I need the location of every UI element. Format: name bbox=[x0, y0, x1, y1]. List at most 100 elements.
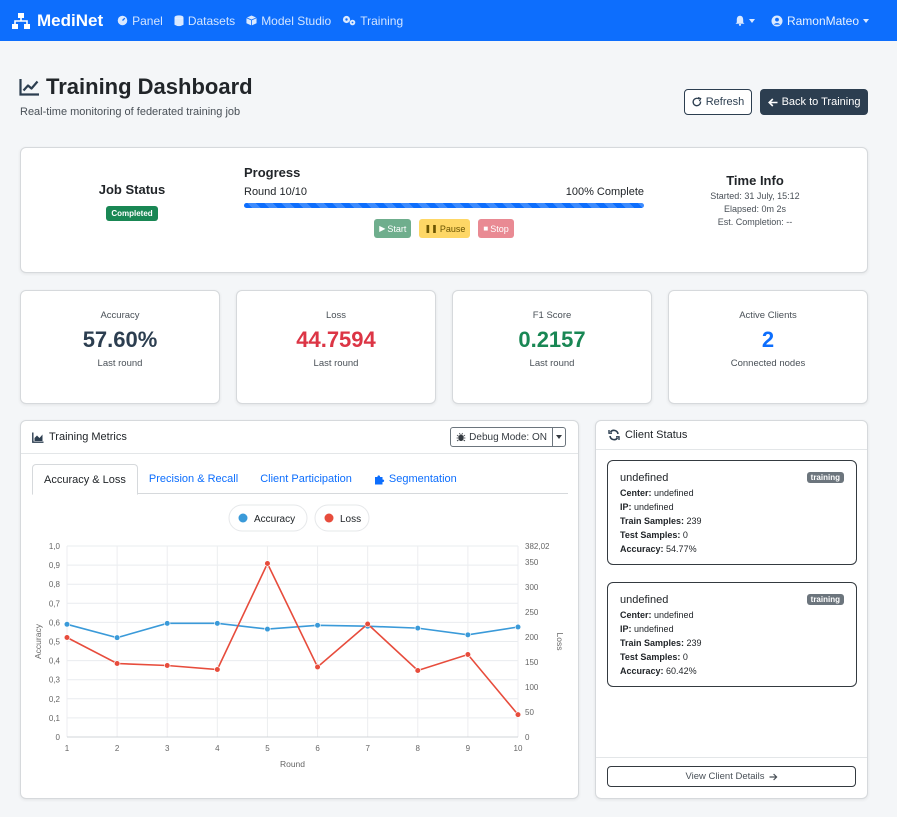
debug-mode-button[interactable]: Debug Mode: ON bbox=[450, 427, 553, 447]
y-tick-label: 0,8 bbox=[49, 580, 61, 589]
x-tick-label: 7 bbox=[365, 744, 370, 753]
cube-icon bbox=[246, 15, 257, 26]
client-test-samples: 0 bbox=[682, 652, 688, 662]
user-menu[interactable]: RamonMateo bbox=[771, 14, 869, 28]
stop-button[interactable]: ■ Stop bbox=[478, 219, 514, 238]
back-label: Back to Training bbox=[781, 96, 861, 108]
y-axis-title: Accuracy bbox=[33, 623, 43, 659]
loss-data-point bbox=[314, 663, 321, 671]
debug-mode-label: Debug Mode: ON bbox=[469, 431, 547, 443]
y2-tick-label: 100 bbox=[525, 683, 539, 692]
client-card[interactable]: undefined training Center: undefined IP:… bbox=[607, 582, 857, 687]
bell-icon bbox=[735, 15, 745, 26]
nav-item-training[interactable]: Training bbox=[342, 14, 403, 28]
tab-accuracy-loss[interactable]: Accuracy & Loss bbox=[32, 464, 138, 495]
loss-data-point bbox=[464, 651, 471, 658]
back-to-training-button[interactable]: Back to Training bbox=[760, 89, 868, 115]
accuracy-data-point bbox=[514, 623, 522, 631]
y2-tick-label: 382,02 bbox=[525, 542, 550, 551]
refresh-button[interactable]: Refresh bbox=[684, 89, 752, 115]
x-tick-label: 9 bbox=[466, 744, 471, 753]
center-label: Center: bbox=[620, 488, 652, 498]
y-tick-label: 0,5 bbox=[49, 638, 61, 647]
metric-value: 2 bbox=[761, 327, 775, 352]
client-status-panel: Client Status undefined training Center:… bbox=[595, 420, 868, 799]
test-samples-label: Test Samples: bbox=[620, 652, 681, 662]
loss-data-point bbox=[364, 620, 371, 628]
debug-dropdown-toggle[interactable] bbox=[553, 427, 566, 447]
tab-segmentation[interactable]: Segmentation bbox=[363, 464, 468, 494]
loss-data-point bbox=[63, 634, 71, 641]
x-tick-label: 2 bbox=[115, 744, 120, 753]
x-tick-label: 8 bbox=[416, 744, 421, 753]
x-tick-label: 3 bbox=[165, 744, 170, 753]
page-title: Training Dashboard bbox=[19, 74, 253, 100]
client-accuracy: 54.77% bbox=[666, 544, 697, 554]
metric-sub: Last round bbox=[97, 358, 143, 369]
brand-name: MediNet bbox=[37, 10, 104, 30]
play-icon: ▶ bbox=[379, 224, 386, 233]
pause-button[interactable]: ❚❚ Pause bbox=[419, 219, 471, 238]
tab-label: Accuracy & Loss bbox=[44, 473, 126, 486]
y2-tick-label: 350 bbox=[525, 558, 539, 567]
nav-item-datasets[interactable]: Datasets bbox=[174, 14, 235, 28]
user-name: RamonMateo bbox=[786, 13, 859, 28]
pause-icon: ❚❚ bbox=[424, 224, 438, 233]
metric-label: Active Clients bbox=[739, 310, 797, 321]
loss-data-point bbox=[414, 667, 421, 674]
nav-item-panel[interactable]: Panel bbox=[117, 14, 163, 28]
job-status-block: Job Status Completed bbox=[99, 182, 165, 221]
area-chart-icon bbox=[32, 432, 44, 443]
client-center: undefined bbox=[654, 610, 694, 620]
brand[interactable]: MediNet bbox=[11, 11, 103, 31]
x-tick-label: 1 bbox=[65, 744, 70, 753]
accuracy-data-point bbox=[464, 631, 471, 638]
notifications-dropdown[interactable] bbox=[735, 15, 755, 26]
chevron-down-icon bbox=[748, 18, 755, 23]
legend-label: Accuracy bbox=[254, 514, 295, 525]
accuracy-label: Accuracy: bbox=[620, 666, 664, 676]
accuracy-data-point bbox=[114, 634, 121, 641]
loss-data-point bbox=[114, 660, 121, 667]
metric-value: 57.60% bbox=[82, 327, 158, 352]
gears-icon bbox=[343, 15, 356, 26]
metric-label: F1 Score bbox=[532, 310, 572, 321]
client-ip: undefined bbox=[634, 502, 674, 512]
tab-label: Precision & Recall bbox=[148, 473, 239, 485]
tab-client-participation[interactable]: Client Participation bbox=[249, 464, 363, 494]
refresh-label: Refresh bbox=[705, 96, 745, 108]
x-tick-label: 4 bbox=[215, 744, 220, 753]
accuracy-data-point bbox=[264, 625, 271, 633]
tab-label: Segmentation bbox=[388, 473, 457, 485]
tab-label: Client Participation bbox=[260, 473, 352, 485]
metric-value: 44.7594 bbox=[296, 327, 376, 352]
y2-axis-title: Loss bbox=[555, 633, 565, 651]
nav-label-training: Training bbox=[360, 13, 404, 28]
database-icon bbox=[174, 14, 184, 26]
nav-item-model-studio[interactable]: Model Studio bbox=[246, 14, 331, 28]
y-tick-label: 0,9 bbox=[49, 561, 61, 570]
refresh-icon bbox=[692, 97, 702, 107]
metric-sub: Connected nodes bbox=[730, 358, 806, 369]
client-center: undefined bbox=[654, 488, 694, 498]
progress-percent: 100% Complete bbox=[565, 186, 644, 198]
y2-tick-label: 150 bbox=[525, 658, 539, 667]
job-status-label: Job Status bbox=[98, 182, 166, 197]
tab-precision-recall[interactable]: Precision & Recall bbox=[138, 464, 249, 494]
divider bbox=[596, 757, 867, 758]
test-samples-label: Test Samples: bbox=[620, 530, 681, 540]
loss-series-line bbox=[66, 561, 519, 716]
y-tick-label: 0 bbox=[56, 733, 61, 742]
view-client-details-button[interactable]: View Client Details bbox=[607, 766, 856, 787]
puzzle-icon bbox=[374, 474, 385, 484]
start-button[interactable]: ▶ Start bbox=[374, 219, 412, 238]
legend-label: Loss bbox=[340, 514, 361, 525]
user-avatar-icon bbox=[771, 15, 783, 26]
metric-value: 0.2157 bbox=[518, 327, 586, 352]
ip-label: IP: bbox=[620, 502, 632, 512]
y-tick-label: 0,2 bbox=[49, 695, 61, 704]
accuracy-metric-card: Accuracy 57.60% Last round bbox=[20, 290, 220, 404]
loss-data-point bbox=[214, 666, 221, 673]
progress-block: Progress Round 10/10 100% Complete ▶ Star… bbox=[244, 165, 644, 238]
client-card[interactable]: undefined training Center: undefined IP:… bbox=[607, 460, 857, 565]
